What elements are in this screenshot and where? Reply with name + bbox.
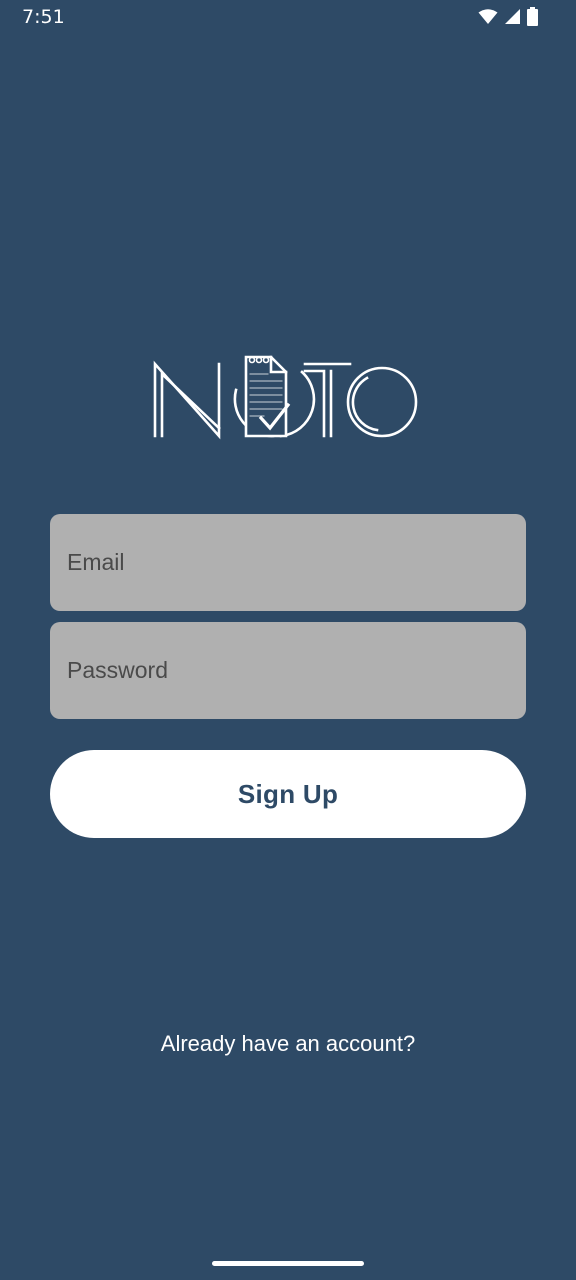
status-time: 7:51 [22, 6, 65, 28]
app-logo [152, 350, 424, 442]
note-checklist-icon [233, 355, 316, 438]
signal-icon [504, 8, 521, 25]
password-field[interactable] [50, 622, 526, 719]
sign-up-button[interactable]: Sign Up [50, 750, 526, 838]
email-field[interactable] [50, 514, 526, 611]
status-bar: 7:51 [0, 0, 576, 34]
already-have-account-link[interactable]: Already have an account? [0, 1031, 576, 1057]
wifi-icon [478, 8, 498, 25]
status-icons [478, 7, 538, 26]
battery-icon [527, 7, 538, 26]
home-indicator[interactable] [212, 1261, 364, 1266]
